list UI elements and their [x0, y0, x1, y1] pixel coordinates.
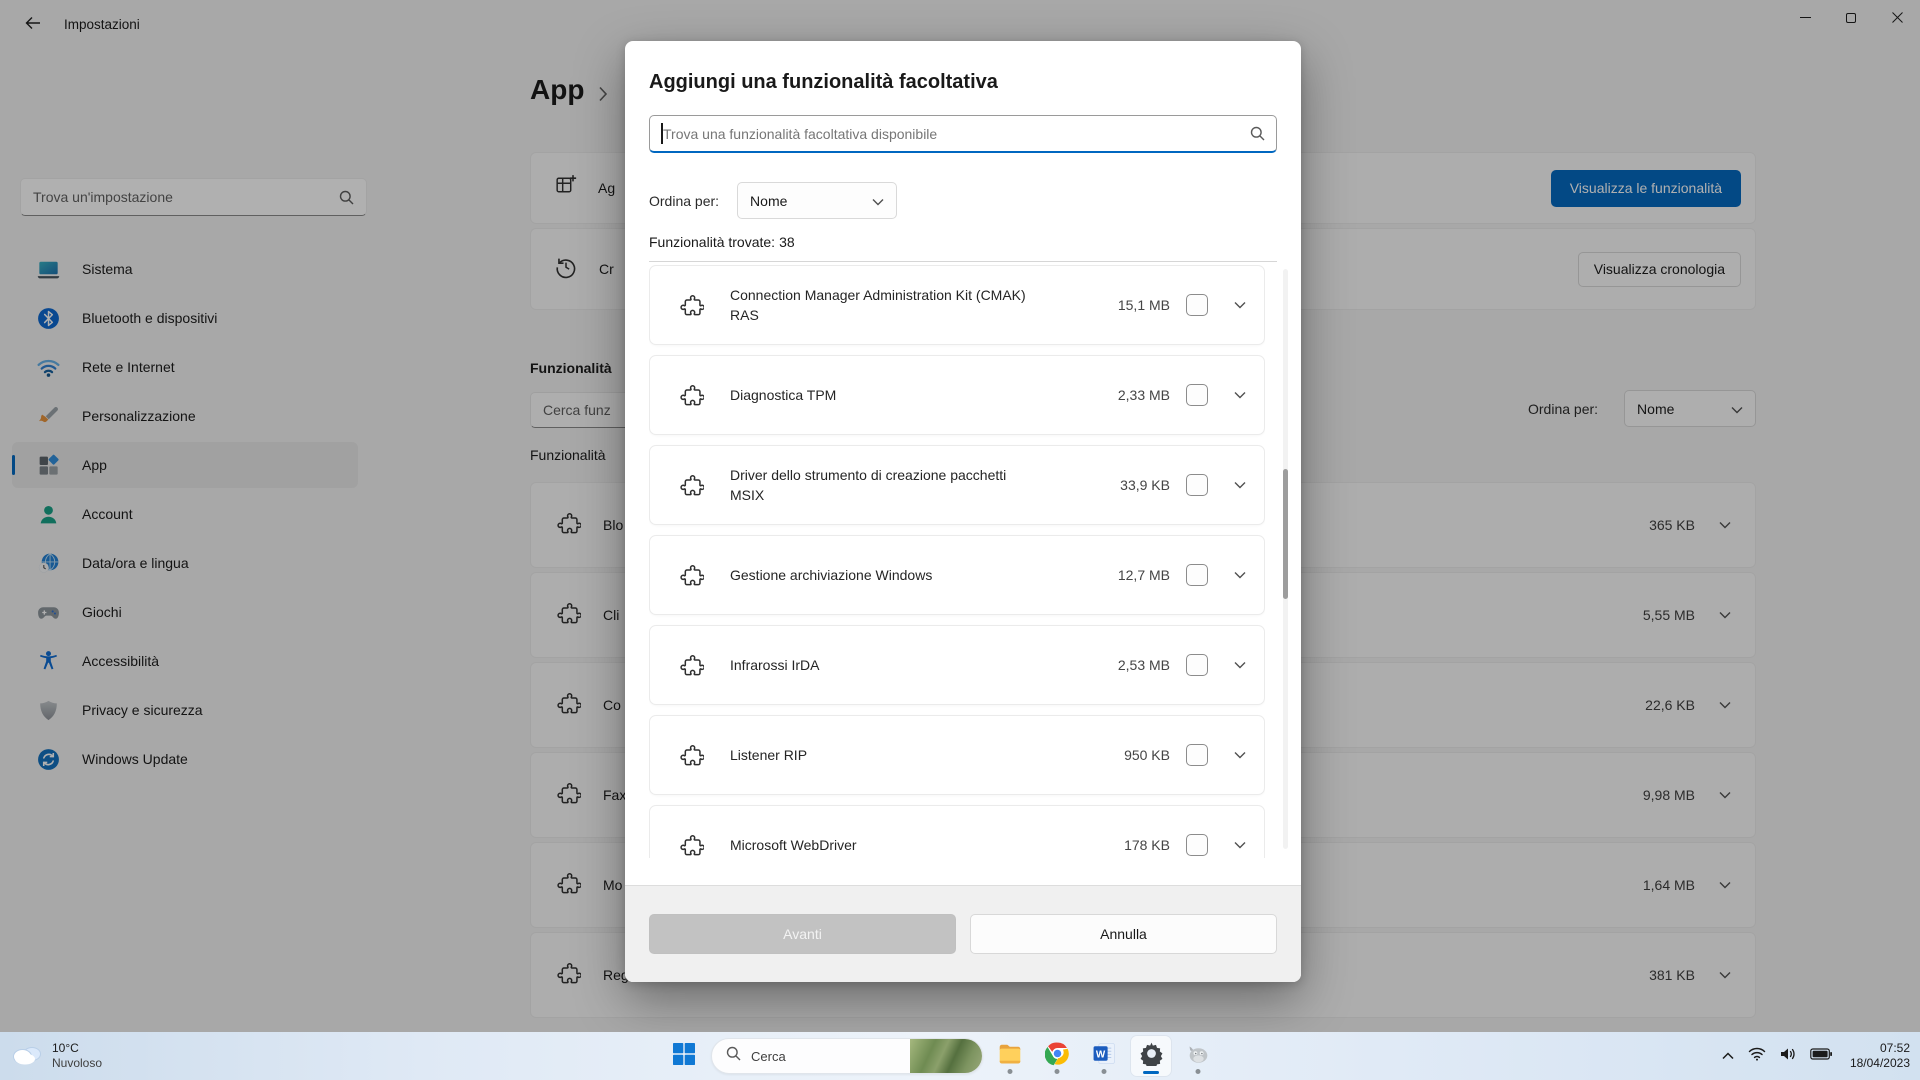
chrome-icon	[1045, 1041, 1070, 1071]
feature-search-input[interactable]	[650, 126, 1250, 142]
puzzle-icon	[678, 472, 704, 498]
feature-checkbox[interactable]	[1186, 834, 1208, 856]
optional-feature-row: Microsoft WebDriver 178 KB	[649, 805, 1265, 858]
search-icon	[726, 1046, 741, 1066]
chevron-down-icon	[872, 193, 884, 209]
add-optional-feature-dialog: Aggiungi una funzionalità facoltativa Or…	[625, 41, 1301, 982]
chevron-down-icon[interactable]	[1234, 661, 1246, 669]
results-count: 38	[779, 234, 795, 250]
optional-feature-row: Driver dello strumento di creazione pacc…	[649, 445, 1265, 525]
puzzle-icon	[678, 742, 704, 768]
scrollbar-thumb[interactable]	[1283, 469, 1288, 599]
start-button[interactable]	[664, 1036, 704, 1076]
feature-checkbox[interactable]	[1186, 294, 1208, 316]
taskbar-center: Cerca W	[664, 1036, 1218, 1076]
feature-name: Microsoft WebDriver	[730, 835, 857, 855]
word-button[interactable]: W	[1084, 1036, 1124, 1076]
puzzle-icon	[678, 382, 704, 408]
feature-name: Diagnostica TPM	[730, 385, 836, 405]
clock-date: 18/04/2023	[1850, 1056, 1910, 1071]
optional-feature-row: Connection Manager Administration Kit (C…	[649, 265, 1265, 345]
gear-icon	[1139, 1041, 1164, 1071]
taskbar: 10°C Nuvoloso Cerca W 07:52 18/04/2023	[0, 1032, 1920, 1080]
chrome-button[interactable]	[1037, 1036, 1077, 1076]
chevron-down-icon[interactable]	[1234, 301, 1246, 309]
optional-feature-row: Diagnostica TPM 2,33 MB	[649, 355, 1265, 435]
chevron-down-icon[interactable]	[1234, 481, 1246, 489]
system-tray: 07:52 18/04/2023	[1722, 1032, 1910, 1080]
wifi-icon[interactable]	[1748, 1047, 1766, 1066]
chevron-down-icon[interactable]	[1234, 571, 1246, 579]
feature-checkbox[interactable]	[1186, 654, 1208, 676]
dialog-title: Aggiungi una funzionalità facoltativa	[649, 71, 998, 94]
weather-widget[interactable]: 10°C Nuvoloso	[10, 1032, 102, 1080]
feature-size: 33,9 KB	[1120, 477, 1170, 493]
gimp-button[interactable]	[1178, 1036, 1218, 1076]
feature-name: Connection Manager Administration Kit (C…	[730, 285, 1030, 325]
puzzle-icon	[678, 832, 704, 858]
feature-size: 2,33 MB	[1118, 387, 1170, 403]
feature-checkbox[interactable]	[1186, 384, 1208, 406]
volume-icon[interactable]	[1780, 1047, 1796, 1066]
puzzle-icon	[678, 562, 704, 588]
file-explorer-button[interactable]	[990, 1036, 1030, 1076]
weather-condition: Nuvoloso	[52, 1056, 102, 1071]
optional-features-list: Connection Manager Administration Kit (C…	[649, 265, 1265, 858]
feature-name: Gestione archiviazione Windows	[730, 565, 932, 585]
chevron-down-icon[interactable]	[1234, 841, 1246, 849]
dialog-search-box	[649, 115, 1277, 153]
settings-button[interactable]	[1131, 1036, 1171, 1076]
feature-size: 2,53 MB	[1118, 657, 1170, 673]
feature-size: 12,7 MB	[1118, 567, 1170, 583]
feature-size: 15,1 MB	[1118, 297, 1170, 313]
text-cursor	[661, 123, 663, 144]
chevron-down-icon[interactable]	[1234, 391, 1246, 399]
feature-name: Infrarossi IrDA	[730, 655, 819, 675]
next-button[interactable]: Avanti	[649, 914, 956, 954]
sort-dropdown[interactable]: Nome	[737, 182, 897, 219]
feature-name: Listener RIP	[730, 745, 807, 765]
puzzle-icon	[678, 292, 704, 318]
feature-checkbox[interactable]	[1186, 564, 1208, 586]
dialog-sort: Ordina per: Nome	[649, 182, 897, 219]
chevron-up-icon[interactable]	[1722, 1047, 1734, 1065]
weather-temp: 10°C	[52, 1041, 102, 1056]
clock[interactable]: 07:52 18/04/2023	[1850, 1041, 1910, 1071]
clock-time: 07:52	[1850, 1041, 1910, 1056]
search-icon	[1250, 126, 1265, 141]
search-highlight-image[interactable]	[910, 1038, 982, 1074]
scrollbar[interactable]	[1283, 269, 1288, 849]
optional-feature-row: Listener RIP 950 KB	[649, 715, 1265, 795]
feature-name: Driver dello strumento di creazione pacc…	[730, 465, 1030, 505]
feature-checkbox[interactable]	[1186, 744, 1208, 766]
gimp-icon	[1185, 1041, 1211, 1072]
feature-size: 950 KB	[1124, 747, 1170, 763]
cloud-icon	[10, 1042, 44, 1071]
sort-label: Ordina per:	[649, 193, 719, 209]
divider	[649, 261, 1277, 262]
svg-text:W: W	[1095, 1049, 1105, 1060]
taskbar-search[interactable]: Cerca	[711, 1038, 983, 1074]
sort-value: Nome	[750, 193, 787, 209]
puzzle-icon	[678, 652, 704, 678]
taskbar-search-label: Cerca	[751, 1049, 786, 1064]
cancel-button[interactable]: Annulla	[970, 914, 1277, 954]
windows-logo-icon	[673, 1043, 695, 1070]
word-icon: W	[1092, 1041, 1117, 1071]
dialog-footer: Avanti Annulla	[625, 885, 1301, 982]
feature-size: 178 KB	[1124, 837, 1170, 853]
battery-icon[interactable]	[1810, 1047, 1832, 1065]
results-count-line: Funzionalità trovate:38	[649, 234, 795, 250]
results-label: Funzionalità trovate:	[649, 234, 775, 250]
chevron-down-icon[interactable]	[1234, 751, 1246, 759]
folder-icon	[997, 1041, 1023, 1072]
feature-checkbox[interactable]	[1186, 474, 1208, 496]
optional-feature-row: Gestione archiviazione Windows 12,7 MB	[649, 535, 1265, 615]
optional-feature-row: Infrarossi IrDA 2,53 MB	[649, 625, 1265, 705]
